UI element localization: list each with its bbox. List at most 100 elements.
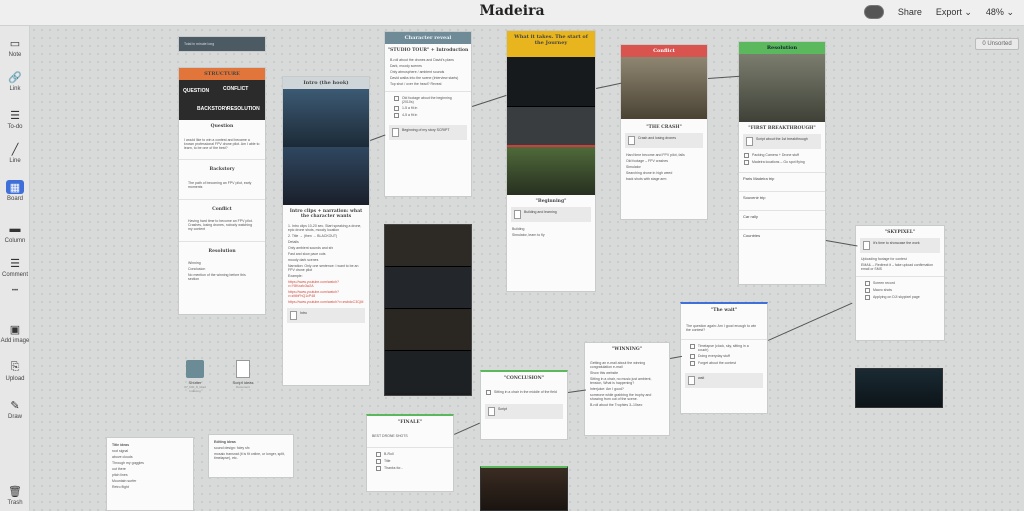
tool-label: Trash bbox=[7, 500, 23, 506]
video-stills[interactable] bbox=[384, 224, 472, 396]
list-row[interactable]: Souvenir trip bbox=[739, 191, 825, 210]
todo-item[interactable]: Thanks for... bbox=[371, 465, 449, 472]
tool-column[interactable]: ▬ Column bbox=[0, 222, 30, 244]
todo-item[interactable]: Old footage about the beginning (2010s) bbox=[389, 95, 467, 105]
column-structure[interactable]: STRUCTURE QUESTION CONFLICT BACKSTORY RE… bbox=[178, 67, 266, 315]
column-character-reveal[interactable]: Character reveal "STUDIO TOUR" + Introdu… bbox=[384, 31, 472, 197]
image-still[interactable] bbox=[385, 267, 471, 309]
column-intro[interactable]: Intro (the hook) Intro clips + narration… bbox=[282, 76, 370, 386]
card-title: Intro clips + narration: what the charac… bbox=[289, 209, 363, 219]
export-button[interactable]: Export ⌄ bbox=[936, 7, 972, 18]
tool-board[interactable]: ▦ Board bbox=[0, 180, 30, 202]
image-forest-flight[interactable] bbox=[507, 147, 595, 195]
winning-line: someone while grabbing the trophy and sh… bbox=[590, 393, 652, 401]
image-drone-pilot-cliff[interactable] bbox=[283, 89, 369, 147]
card-the-wait[interactable]: "The wait" The question again: Am I good… bbox=[680, 302, 768, 414]
wait-text: The question again: Am I good enough to … bbox=[686, 324, 757, 332]
card-title: "WINNING" bbox=[611, 347, 643, 352]
tool-add-image[interactable]: ▣ Add image bbox=[0, 322, 30, 345]
image-coastline[interactable] bbox=[283, 147, 369, 205]
image-drone-build[interactable] bbox=[507, 107, 595, 147]
todo-item[interactable]: Sitting in a chair in the middle of the … bbox=[481, 389, 567, 396]
section-backstory: Backstory bbox=[209, 167, 235, 172]
document-intro[interactable]: Intro bbox=[287, 308, 365, 323]
unsorted-button[interactable]: 0 Unsorted bbox=[975, 38, 1019, 50]
todo-item[interactable]: Packing Camera + Drone stuff bbox=[739, 152, 825, 159]
column-conflict[interactable]: Conflict "THE CRASH" Crash and losing dr… bbox=[620, 44, 708, 220]
share-button[interactable]: Share bbox=[898, 7, 922, 17]
note-editing-ideas[interactable]: Editing ideas sound design: foley sfx mo… bbox=[208, 434, 294, 478]
todo-item[interactable]: Timelapse (clock, sky, sitting in a couc… bbox=[685, 343, 763, 353]
tool-comment[interactable]: ☰ Comment bbox=[0, 256, 30, 279]
document-icon bbox=[488, 407, 495, 416]
diagram-question: QUESTION bbox=[183, 88, 210, 94]
card-finale[interactable]: "FINALE" BEST DRONE SHOTS B-Roll Title T… bbox=[366, 414, 454, 492]
note-total-length[interactable]: Total in minute long bbox=[178, 36, 266, 52]
document-script[interactable]: Script bbox=[485, 404, 563, 419]
backstory-text: The path of becoming an FPV pilot, early… bbox=[188, 181, 252, 189]
file-script-ideas[interactable]: Script ideas Document bbox=[228, 360, 258, 389]
todo-item[interactable]: Doing everyday stuff bbox=[685, 353, 763, 360]
image-pilot-goggles[interactable] bbox=[739, 54, 825, 122]
column-title: What it takes. The start of the Journey bbox=[507, 31, 595, 57]
section-conflict: Conflict bbox=[212, 207, 232, 212]
document-icon bbox=[688, 376, 695, 385]
zoom-control[interactable]: 48% ⌄ bbox=[986, 7, 1014, 18]
tool-upload[interactable]: ⎘ Upload bbox=[0, 360, 30, 383]
todo-item[interactable]: 4-5 a fit in bbox=[389, 112, 467, 119]
card-conclusion[interactable]: "CONCLUSION" Sitting in a chair in the m… bbox=[480, 370, 568, 440]
note-heading: Editing ideas bbox=[214, 440, 236, 444]
tool-draw[interactable]: ✎ Draw bbox=[0, 398, 30, 421]
image-night-scene[interactable] bbox=[855, 368, 943, 408]
document-crash[interactable]: Crash and losing drones bbox=[625, 133, 703, 148]
tool-note[interactable]: ▭ Note bbox=[0, 36, 30, 59]
todo-item[interactable]: Macro shots bbox=[860, 287, 940, 294]
list-row[interactable]: Countries bbox=[739, 229, 825, 248]
list-item: Simulator, learn to fly bbox=[512, 233, 545, 237]
image-still[interactable] bbox=[385, 309, 471, 351]
tool-link[interactable]: 🔗 Link bbox=[0, 70, 30, 93]
card-title: "THE CRASH" bbox=[646, 125, 682, 130]
todo-item[interactable]: Title bbox=[371, 458, 449, 465]
tool-label: Board bbox=[6, 196, 23, 202]
todo-item[interactable]: Applying on DJI skypixel page bbox=[860, 294, 940, 301]
document-title: Intro bbox=[300, 311, 308, 315]
diagram-backstory: BACKSTORY bbox=[197, 106, 229, 112]
todo-item[interactable]: Forget about the contest bbox=[685, 360, 763, 367]
todo-item[interactable]: B-Roll bbox=[371, 451, 449, 458]
note-icon: ▭ bbox=[9, 37, 21, 50]
image-still[interactable] bbox=[385, 351, 471, 393]
image-fpv-software[interactable] bbox=[507, 57, 595, 107]
image-person-portrait[interactable] bbox=[480, 466, 568, 511]
document-building-learning[interactable]: Building and learning bbox=[511, 207, 591, 222]
tool-label: Note bbox=[8, 52, 22, 58]
avatar[interactable] bbox=[863, 5, 884, 19]
todo-item[interactable]: Madeira locations – Go spot flying bbox=[739, 159, 825, 166]
image-still[interactable] bbox=[385, 225, 471, 267]
tool-trash[interactable]: 🗑 Trash bbox=[0, 484, 30, 507]
list-row[interactable]: Car rally bbox=[739, 210, 825, 229]
todo-item[interactable]: Screen record bbox=[860, 280, 940, 287]
youtube-link[interactable]: https://www.youtube.com/watch?v=Y8Kxafc3… bbox=[283, 279, 369, 289]
youtube-link[interactable]: https://www.youtube.com/watch?v=zMbFhQ1c… bbox=[283, 289, 369, 299]
card-winning[interactable]: "WINNING" Getting an e-mail about the wi… bbox=[584, 342, 670, 436]
note-title-ideas[interactable]: Title ideas root signal above clouds Thr… bbox=[106, 437, 194, 511]
youtube-link[interactable]: https://www.youtube.com/watch?v=zwbdcC3C… bbox=[283, 299, 369, 305]
column-resolution[interactable]: Resolution "FIRST BREAKTHROUGH" Script a… bbox=[738, 41, 826, 285]
todo-icon: ☰ bbox=[10, 109, 20, 122]
document-breakthrough[interactable]: Script about the 1st breakthrough bbox=[743, 134, 821, 149]
image-crashed-drone[interactable] bbox=[621, 57, 707, 119]
tool-todo[interactable]: ☰ To-do bbox=[0, 108, 30, 131]
document-wait[interactable]: wait bbox=[685, 373, 763, 388]
file-shutter[interactable]: Shutter 07_b00_8_Glad Indexing bbox=[180, 360, 210, 393]
tool-line[interactable]: ╱ Line bbox=[0, 142, 30, 165]
card-skypixel[interactable]: "SKYPIXEL" It's time to showcase the wor… bbox=[855, 225, 945, 341]
document-beginning-script[interactable]: Beginning of my story SCRIPT bbox=[389, 125, 467, 140]
tool-label: Column bbox=[4, 238, 26, 244]
tool-more[interactable]: ••• bbox=[0, 288, 30, 294]
document-showcase[interactable]: It's time to showcase the work bbox=[860, 238, 940, 253]
list-row[interactable]: Paris Madeira trip bbox=[739, 172, 825, 191]
todo-item[interactable]: 1-5 a fit in bbox=[389, 105, 467, 112]
document-title: Building and learning bbox=[524, 210, 557, 214]
column-journey[interactable]: What it takes. The start of the Journey … bbox=[506, 30, 596, 292]
